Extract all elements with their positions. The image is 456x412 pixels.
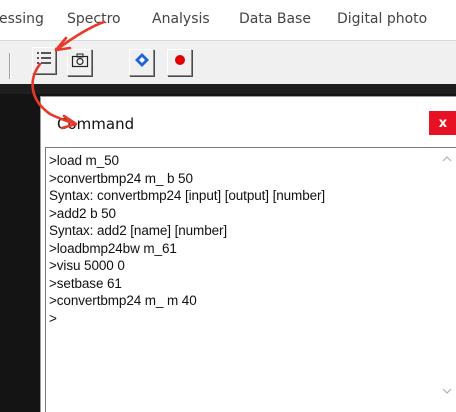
vertical-scrollbar[interactable]: [437, 148, 456, 412]
scroll-up-icon[interactable]: [442, 154, 452, 164]
camera-button[interactable]: [67, 49, 92, 76]
menu-data-base[interactable]: Data Base: [239, 11, 311, 27]
command-line: >convertbmp24 m_ b 50: [49, 170, 193, 186]
command-line: >setbase 61: [49, 275, 122, 291]
command-line: Syntax: convertbmp24 [input] [output] [n…: [49, 188, 326, 203]
close-icon: x: [438, 115, 448, 131]
workspace-strip: [0, 84, 456, 94]
command-line: >: [49, 310, 57, 326]
command-line: >loadbmp24bw m_61: [49, 240, 177, 256]
record-icon: [173, 53, 187, 72]
toolbar-separator: [9, 53, 11, 79]
record-button[interactable]: [167, 49, 192, 76]
view-button[interactable]: [129, 49, 154, 76]
camera-icon: [71, 52, 89, 73]
scroll-down-icon[interactable]: [442, 386, 452, 396]
list-icon: [35, 49, 53, 72]
menu-processing[interactable]: essing: [0, 11, 44, 27]
command-line: Syntax: add2 [name] [number]: [49, 223, 228, 238]
command-titlebar[interactable]: Command x: [41, 97, 456, 146]
menu-digital-photo[interactable]: Digital photo: [337, 11, 427, 27]
blue-diamond-icon: [134, 52, 150, 73]
close-button[interactable]: x: [429, 111, 456, 135]
menu-bar: essing Spectro Analysis Data Base Digita…: [0, 0, 456, 40]
command-line: >visu 5000 0: [49, 258, 125, 273]
menu-spectro[interactable]: Spectro: [67, 11, 121, 27]
menu-analysis[interactable]: Analysis: [152, 11, 210, 27]
command-window: Command x >load m_50 >convertbmp24 m_ b …: [40, 96, 456, 412]
toolbar: [0, 40, 456, 84]
command-list-button[interactable]: [32, 47, 56, 74]
command-line: >convertbmp24 m_ m 40: [49, 293, 197, 308]
command-line: >load m_50: [49, 153, 119, 168]
command-output[interactable]: >load m_50 >convertbmp24 m_ b 50 Syntax:…: [45, 147, 456, 412]
command-lines: >load m_50 >convertbmp24 m_ b 50 Syntax:…: [49, 152, 429, 327]
command-line: >add2 b 50: [49, 205, 116, 221]
command-window-title: Command: [57, 115, 135, 133]
